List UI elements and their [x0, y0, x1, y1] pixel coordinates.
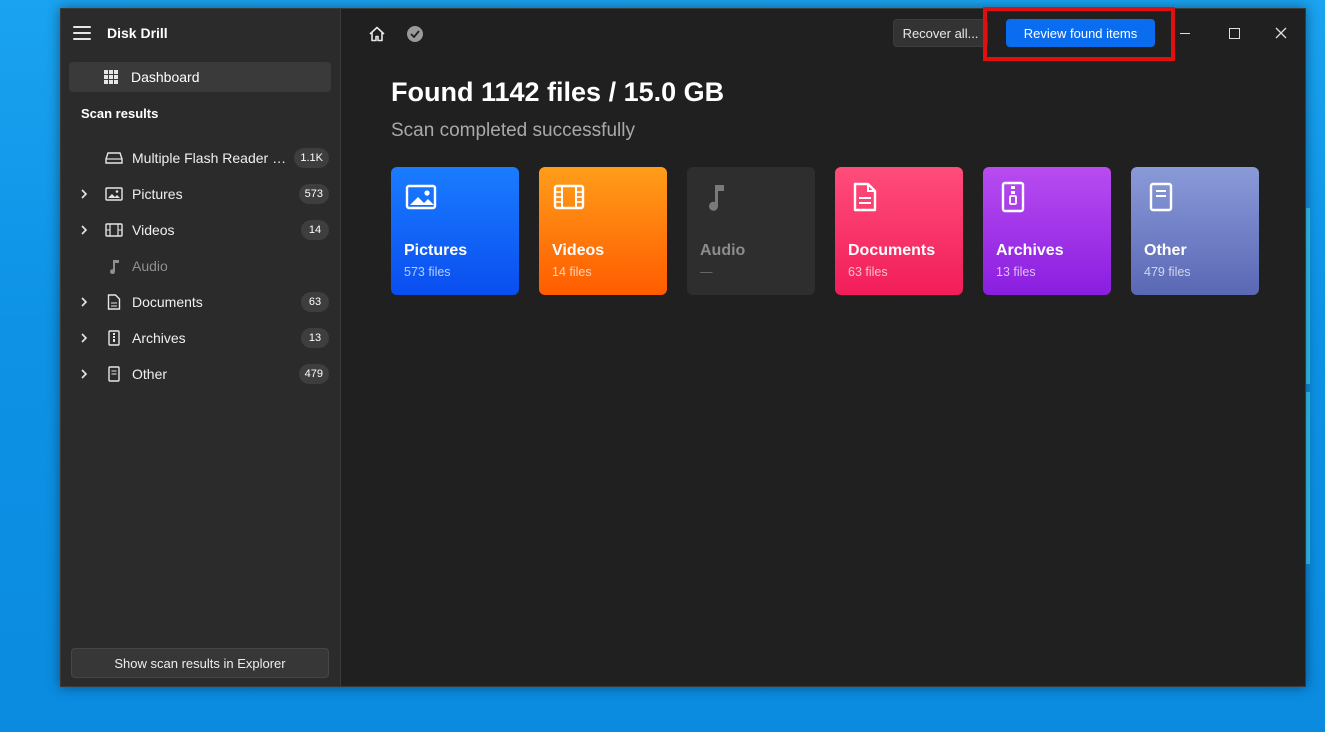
- category-cards: Pictures 573 files Videos 14 files Audio…: [391, 167, 1259, 295]
- sidebar-item-label: Documents: [132, 294, 203, 310]
- card-title: Audio: [700, 242, 746, 259]
- scan-status-text: Scan completed successfully: [391, 120, 635, 141]
- close-icon: [1275, 27, 1287, 39]
- card-count: 14 files: [552, 265, 592, 279]
- count-badge: 1.1K: [294, 148, 329, 168]
- card-count: 13 files: [996, 265, 1036, 279]
- card-pictures[interactable]: Pictures 573 files: [391, 167, 519, 295]
- file-icon: [1149, 182, 1173, 212]
- main-panel: Recover all... Review found items Found …: [341, 7, 1305, 686]
- card-count: 479 files: [1144, 265, 1191, 279]
- music-note-icon: [104, 258, 124, 274]
- sidebar-item-archives[interactable]: Archives 13: [69, 323, 331, 353]
- chevron-right-icon[interactable]: [76, 369, 92, 379]
- sidebar-item-audio[interactable]: Audio: [69, 251, 331, 281]
- file-icon: [104, 366, 124, 382]
- sidebar-item-label: Pictures: [132, 186, 183, 202]
- grid-icon: [104, 70, 118, 84]
- sidebar-item-documents[interactable]: Documents 63: [69, 287, 331, 317]
- chevron-right-icon[interactable]: [76, 297, 92, 307]
- desktop-accent: [1306, 208, 1310, 384]
- close-button[interactable]: [1269, 21, 1293, 45]
- film-icon: [553, 184, 585, 210]
- scan-results-heading: Scan results: [81, 106, 159, 121]
- document-icon: [104, 294, 124, 310]
- archive-icon: [1001, 181, 1025, 213]
- recover-all-button[interactable]: Recover all...: [893, 19, 988, 47]
- minimize-icon: [1180, 32, 1190, 34]
- sidebar-item-label: Multiple Flash Reader U...: [132, 150, 292, 166]
- card-count: 573 files: [404, 265, 451, 279]
- drive-icon: [104, 151, 124, 165]
- app-window: Disk Drill Dashboard Scan results Multip…: [60, 7, 1306, 687]
- sidebar-item-videos[interactable]: Videos 14: [69, 215, 331, 245]
- sidebar-item-label: Dashboard: [131, 69, 200, 85]
- page-title: Found 1142 files / 15.0 GB: [391, 77, 725, 107]
- count-badge: 63: [301, 292, 329, 312]
- card-archives[interactable]: Archives 13 files: [983, 167, 1111, 295]
- card-title: Documents: [848, 242, 936, 259]
- desktop-accent: [1306, 392, 1310, 564]
- maximize-icon: [1228, 27, 1240, 39]
- show-in-explorer-button[interactable]: Show scan results in Explorer: [71, 648, 329, 678]
- picture-icon: [104, 187, 124, 201]
- chevron-right-icon[interactable]: [76, 225, 92, 235]
- count-badge: 13: [301, 328, 329, 348]
- sidebar-item-pictures[interactable]: Pictures 573: [69, 179, 331, 209]
- chevron-right-icon[interactable]: [76, 189, 92, 199]
- card-title: Other: [1144, 242, 1187, 259]
- card-title: Pictures: [404, 242, 468, 259]
- app-title: Disk Drill: [107, 25, 168, 41]
- sidebar-item-label: Archives: [132, 330, 186, 346]
- card-count: —: [700, 265, 713, 279]
- menu-icon[interactable]: [73, 26, 91, 40]
- sidebar-item-label: Other: [132, 366, 168, 382]
- sidebar-item-label: Audio: [132, 258, 168, 274]
- sidebar-item-other[interactable]: Other 479: [69, 359, 331, 389]
- card-title: Archives: [996, 242, 1064, 259]
- maximize-button[interactable]: [1222, 21, 1246, 45]
- count-badge: 14: [301, 220, 329, 240]
- card-videos[interactable]: Videos 14 files: [539, 167, 667, 295]
- review-found-items-button[interactable]: Review found items: [1006, 19, 1155, 47]
- card-count: 63 files: [848, 265, 888, 279]
- minimize-button[interactable]: [1173, 21, 1197, 45]
- card-documents[interactable]: Documents 63 files: [835, 167, 963, 295]
- music-note-icon: [709, 185, 724, 211]
- card-title: Videos: [552, 242, 605, 259]
- sidebar-item-dashboard[interactable]: Dashboard: [69, 62, 331, 92]
- count-badge: 573: [298, 184, 329, 204]
- count-badge: 479: [298, 364, 329, 384]
- document-icon: [853, 182, 877, 212]
- picture-icon: [405, 184, 437, 210]
- chevron-right-icon[interactable]: [76, 333, 92, 343]
- sidebar: Disk Drill Dashboard Scan results Multip…: [61, 9, 341, 686]
- sidebar-item-drive[interactable]: Multiple Flash Reader U... 1.1K: [69, 143, 331, 173]
- check-circle-icon[interactable]: [407, 26, 423, 42]
- card-audio[interactable]: Audio —: [687, 167, 815, 295]
- sidebar-item-label: Videos: [132, 222, 175, 238]
- archive-icon: [104, 330, 124, 346]
- home-icon[interactable]: [368, 25, 386, 43]
- film-icon: [104, 223, 124, 237]
- card-other[interactable]: Other 479 files: [1131, 167, 1259, 295]
- sidebar-header: Disk Drill: [73, 23, 168, 43]
